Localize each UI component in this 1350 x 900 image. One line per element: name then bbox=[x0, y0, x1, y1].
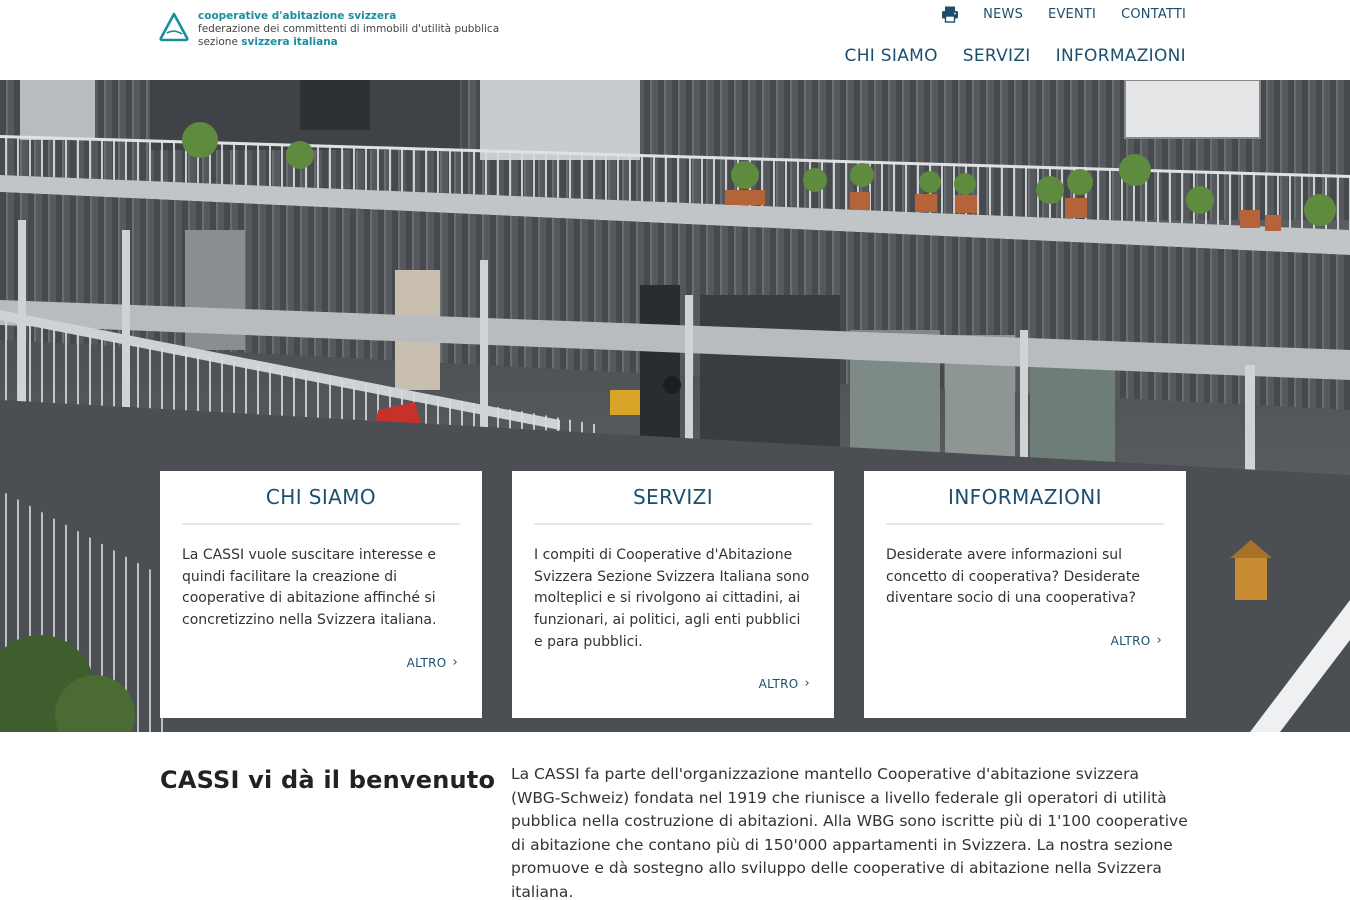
card-more-label: ALTRO bbox=[1110, 633, 1151, 648]
main-nav-informazioni[interactable]: INFORMAZIONI bbox=[1056, 46, 1186, 66]
card-text: Desiderate avere informazioni sul concet… bbox=[886, 547, 1140, 607]
card-chi-siamo: CHI SIAMO La CASSI vuole suscitare inter… bbox=[160, 471, 482, 718]
main-nav-servizi[interactable]: SERVIZI bbox=[963, 46, 1031, 66]
card-divider bbox=[182, 523, 460, 525]
chevron-right-icon: › bbox=[452, 655, 458, 670]
card-text: I compiti di Cooperative d'Abitazione Sv… bbox=[534, 547, 810, 650]
top-nav-news[interactable]: NEWS bbox=[983, 7, 1023, 22]
top-nav: NEWS EVENTI CONTATTI bbox=[941, 5, 1186, 23]
card-more-link[interactable]: ALTRO › bbox=[759, 676, 810, 691]
logo-text: cooperative d'abitazione svizzera federa… bbox=[198, 10, 499, 49]
site-logo[interactable]: cooperative d'abitazione svizzera federa… bbox=[158, 10, 499, 49]
card-more-link[interactable]: ALTRO › bbox=[1111, 633, 1162, 648]
logo-line-1: cooperative d'abitazione svizzera bbox=[198, 10, 397, 22]
card-title: CHI SIAMO bbox=[265, 485, 377, 509]
chevron-right-icon: › bbox=[1156, 633, 1162, 648]
top-nav-eventi[interactable]: EVENTI bbox=[1048, 7, 1096, 22]
card-divider bbox=[886, 523, 1164, 525]
card-title: INFORMAZIONI bbox=[948, 485, 1102, 509]
logo-line-2: federazione dei committenti di immobili … bbox=[198, 23, 500, 35]
card-divider bbox=[534, 523, 812, 525]
logo-line-3-prefix: sezione bbox=[198, 36, 242, 48]
welcome-title: CASSI vi dà il benvenuto bbox=[160, 766, 496, 794]
main-nav-chi-siamo[interactable]: CHI SIAMO bbox=[845, 46, 938, 66]
welcome-text: La CASSI fa parte dell'organizzazione ma… bbox=[511, 765, 1188, 900]
card-servizi: SERVIZI I compiti di Cooperative d'Abita… bbox=[512, 471, 834, 718]
top-nav-contatti[interactable]: CONTATTI bbox=[1121, 7, 1186, 22]
site-header: cooperative d'abitazione svizzera federa… bbox=[0, 0, 1350, 80]
card-informazioni: INFORMAZIONI Desiderate avere informazio… bbox=[864, 471, 1186, 718]
logo-line-3-emph: svizzera italiana bbox=[241, 36, 338, 48]
card-text: La CASSI vuole suscitare interesse e qui… bbox=[182, 547, 437, 629]
card-title: SERVIZI bbox=[632, 485, 714, 509]
card-more-label: ALTRO bbox=[758, 676, 799, 691]
card-more-link[interactable]: ALTRO › bbox=[407, 655, 458, 670]
chevron-right-icon: › bbox=[804, 676, 810, 691]
logo-triangle-icon bbox=[159, 12, 189, 42]
logo-line-3: sezione svizzera italiana bbox=[198, 36, 499, 49]
card-more-label: ALTRO bbox=[406, 655, 447, 670]
printer-icon[interactable] bbox=[941, 5, 959, 23]
main-nav: CHI SIAMO SERVIZI INFORMAZIONI bbox=[820, 46, 1186, 66]
